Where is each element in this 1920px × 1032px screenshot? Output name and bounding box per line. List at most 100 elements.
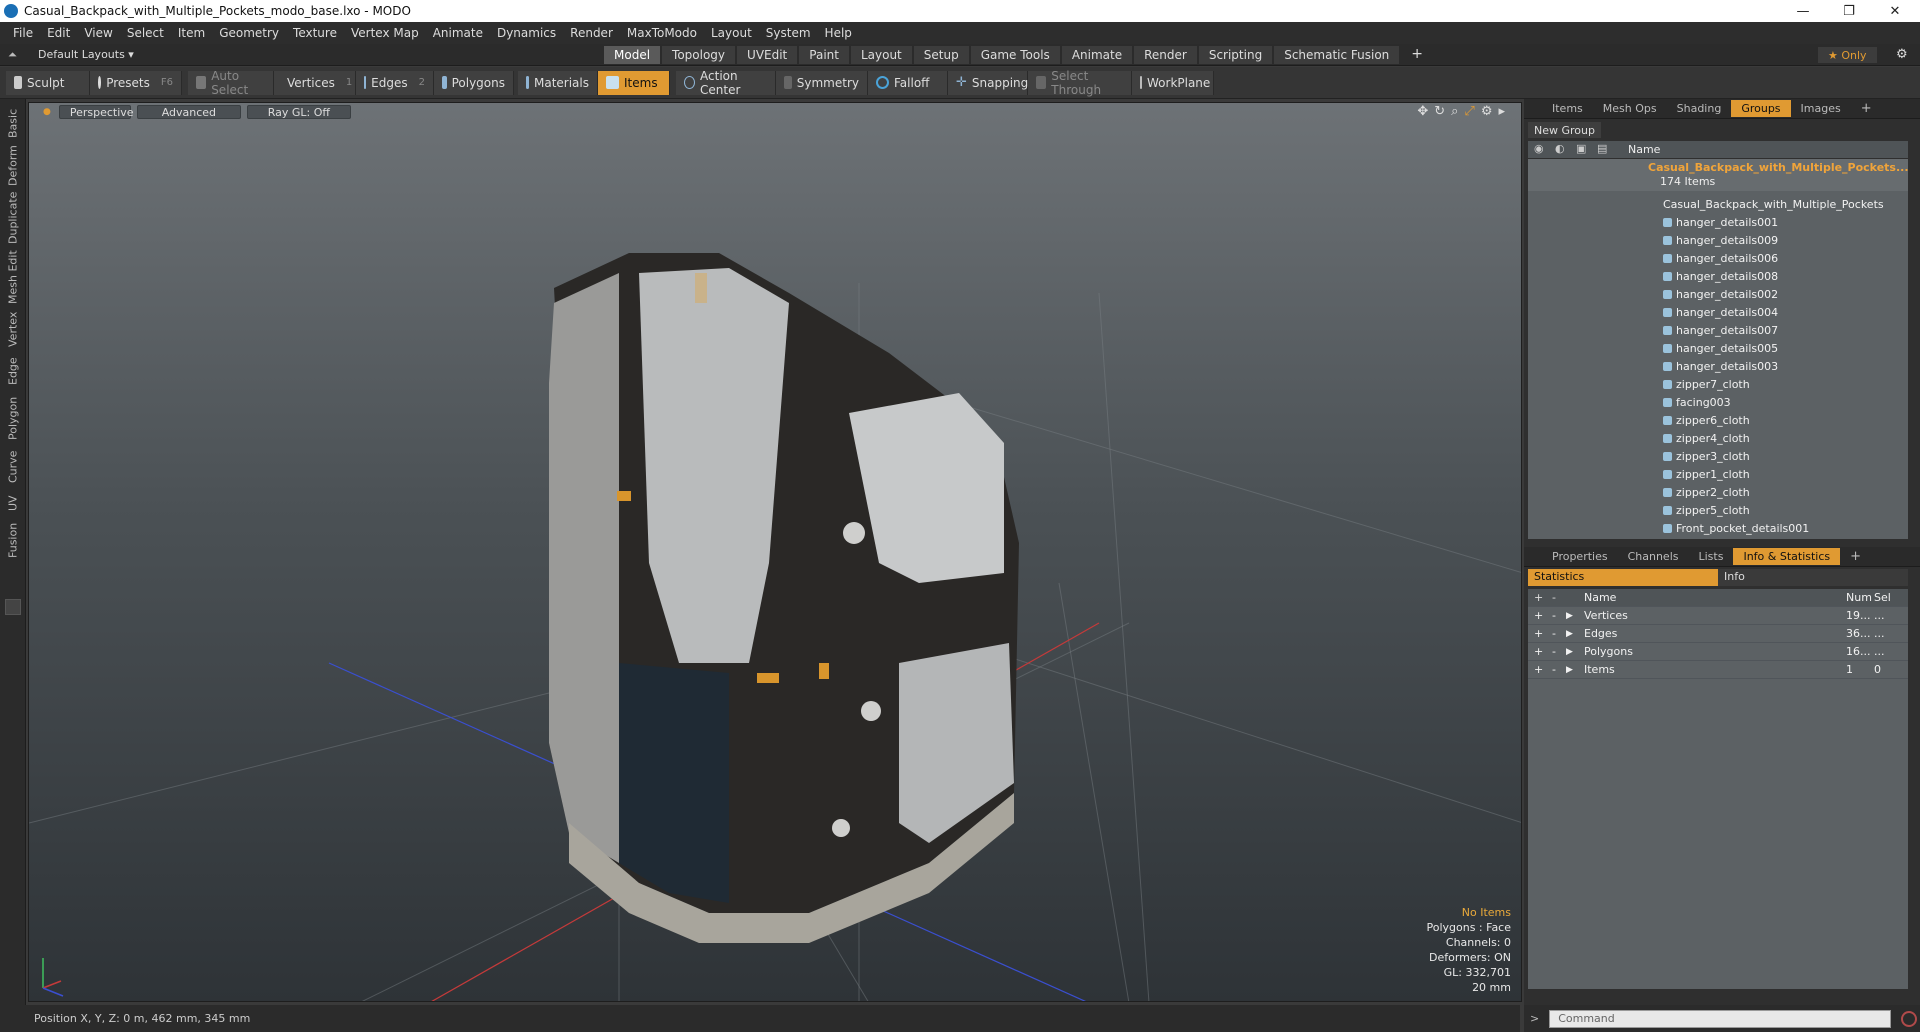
action-center-button[interactable]: Action Center (676, 69, 776, 97)
menu-texture[interactable]: Texture (286, 26, 344, 40)
expand-arrow-icon[interactable]: ▸ (1498, 104, 1505, 119)
tab-shading[interactable]: Shading (1667, 100, 1732, 117)
add-tab-button[interactable]: + (1401, 46, 1433, 64)
viewport-settings-icon[interactable]: ⚙ (1481, 104, 1493, 119)
add-icon[interactable]: + (1534, 663, 1543, 676)
menu-animate[interactable]: Animate (426, 26, 490, 40)
add-bottom-tab-icon[interactable]: + (1840, 547, 1871, 566)
table-row[interactable]: + - ▶ Polygons 16... ... (1528, 643, 1908, 661)
materials-button[interactable]: Materials (518, 70, 598, 95)
tab-curve[interactable]: Curve (3, 447, 23, 487)
select-icon[interactable]: ▤ (1597, 142, 1607, 155)
tab-lists[interactable]: Lists (1689, 548, 1734, 565)
menu-render[interactable]: Render (563, 26, 620, 40)
tab-channels[interactable]: Channels (1618, 548, 1689, 565)
workplane-button[interactable]: WorkPlane (1132, 70, 1214, 95)
menu-vertex-map[interactable]: Vertex Map (344, 26, 426, 40)
list-item[interactable]: hanger_details003 (1528, 357, 1908, 375)
tab-mesh-ops[interactable]: Mesh Ops (1593, 100, 1667, 117)
default-layouts-dropdown[interactable]: Default Layouts ▾ (38, 48, 134, 61)
tab-edge[interactable]: Edge (3, 353, 23, 389)
shading-dropdown[interactable]: Advanced (136, 105, 241, 119)
minimize-button[interactable]: — (1780, 0, 1826, 22)
group-row[interactable]: Casual_Backpack_with_Multiple_Pockets...… (1528, 159, 1908, 191)
menu-edit[interactable]: Edit (40, 26, 77, 40)
tab-uv[interactable]: UV (3, 491, 23, 515)
list-item[interactable]: zipper6_cloth (1528, 411, 1908, 429)
table-row[interactable]: + - ▶ Items 1 0 (1528, 661, 1908, 679)
list-item[interactable]: zipper5_cloth (1528, 501, 1908, 519)
menu-select[interactable]: Select (120, 26, 171, 40)
tab-info[interactable]: Info (1718, 569, 1908, 586)
vertices-button[interactable]: Vertices 1 (274, 70, 356, 95)
list-item[interactable]: zipper3_cloth (1528, 447, 1908, 465)
menu-geometry[interactable]: Geometry (212, 26, 286, 40)
list-item[interactable]: zipper1_cloth (1528, 465, 1908, 483)
tab-layout[interactable]: Layout (850, 46, 912, 64)
tab-setup[interactable]: Setup (913, 46, 969, 64)
presets-button[interactable]: Presets F6 (90, 70, 182, 95)
gear-icon[interactable]: ⚙ (1896, 47, 1908, 62)
menu-help[interactable]: Help (818, 26, 859, 40)
tab-duplicate[interactable]: Duplicate (3, 191, 23, 245)
remove-icon[interactable]: - (1552, 627, 1556, 640)
table-row[interactable]: + - ▶ Vertices 19... ... (1528, 607, 1908, 625)
layout-arrow-icon[interactable]: ⏶ (8, 48, 17, 62)
list-item[interactable]: zipper7_cloth (1528, 375, 1908, 393)
tab-uvedit[interactable]: UVEdit (737, 46, 798, 64)
raygl-dropdown[interactable]: Ray GL: Off (246, 105, 351, 119)
list-item[interactable]: hanger_details006 (1528, 249, 1908, 267)
list-item[interactable]: hanger_details001 (1528, 213, 1908, 231)
sculpt-button[interactable]: Sculpt (6, 70, 90, 95)
menu-system[interactable]: System (759, 26, 818, 40)
render-icon[interactable]: ◐ (1555, 142, 1565, 155)
viewport-menu-icon[interactable]: ● (43, 107, 51, 117)
collapse-all-icon[interactable]: - (1552, 591, 1556, 604)
tab-schematic-fusion[interactable]: Schematic Fusion (1274, 46, 1400, 64)
tab-images[interactable]: Images (1791, 100, 1851, 117)
expand-arrow-icon[interactable]: ▶ (1566, 647, 1573, 657)
menu-dynamics[interactable]: Dynamics (490, 26, 563, 40)
list-item[interactable]: Front_pocket_details001 (1528, 519, 1908, 537)
tab-items[interactable]: Items (1542, 100, 1593, 117)
list-item[interactable]: Casual_Backpack_with_Multiple_Pockets (1528, 195, 1908, 213)
tab-topology[interactable]: Topology (662, 46, 736, 64)
tab-statistics[interactable]: Statistics (1528, 569, 1718, 586)
tab-groups[interactable]: Groups (1731, 100, 1791, 117)
list-item[interactable]: hanger_details002 (1528, 285, 1908, 303)
tab-render[interactable]: Render (1134, 46, 1197, 64)
add-icon[interactable]: + (1534, 627, 1543, 640)
list-item[interactable]: hanger_details004 (1528, 303, 1908, 321)
polygons-button[interactable]: Polygons (434, 70, 514, 95)
tab-polygon[interactable]: Polygon (3, 393, 23, 443)
remove-icon[interactable]: - (1552, 609, 1556, 622)
tab-game-tools[interactable]: Game Tools (970, 46, 1060, 64)
edges-button[interactable]: Edges 2 (356, 70, 434, 95)
tab-vertex[interactable]: Vertex (3, 309, 23, 349)
panel-toggle-icon[interactable] (5, 599, 21, 615)
table-row[interactable]: + - ▶ Edges 36... ... (1528, 625, 1908, 643)
falloff-button[interactable]: Falloff (868, 70, 948, 95)
select-through-button[interactable]: Select Through (1028, 69, 1132, 97)
new-group-button[interactable]: New Group (1528, 122, 1601, 138)
groups-list[interactable]: Casual_Backpack_with_Multiple_Pockets...… (1528, 159, 1908, 539)
tab-paint[interactable]: Paint (799, 46, 849, 64)
only-toggle[interactable]: ★ Only (1818, 47, 1877, 63)
menu-item[interactable]: Item (171, 26, 212, 40)
list-item[interactable]: facing003 (1528, 393, 1908, 411)
list-item[interactable]: hanger_details005 (1528, 339, 1908, 357)
tab-scripting[interactable]: Scripting (1198, 46, 1273, 64)
name-column-header[interactable]: Name (1628, 143, 1660, 156)
zoom-icon[interactable]: ⌕ (1451, 104, 1458, 119)
list-item[interactable]: zipper2_cloth (1528, 483, 1908, 501)
remove-icon[interactable]: - (1552, 663, 1556, 676)
list-item[interactable]: zipper4_cloth (1528, 429, 1908, 447)
pan-icon[interactable]: ✥ (1417, 104, 1428, 119)
expand-all-icon[interactable]: + (1534, 591, 1543, 604)
add-panel-tab-icon[interactable]: + (1851, 99, 1882, 118)
tab-mesh-edit[interactable]: Mesh Edit (3, 249, 23, 305)
list-item[interactable]: hanger_details007 (1528, 321, 1908, 339)
tab-animate[interactable]: Animate (1061, 46, 1133, 64)
expand-arrow-icon[interactable]: ▶ (1566, 665, 1573, 675)
tab-basic[interactable]: Basic (3, 105, 23, 141)
